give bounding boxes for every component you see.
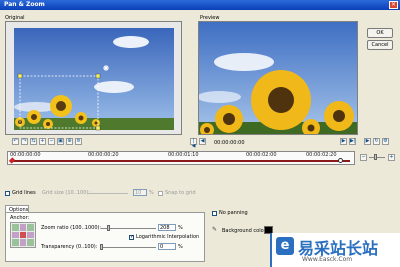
zoom-out-icon[interactable]: − xyxy=(48,138,55,145)
grid-size-track xyxy=(88,193,128,194)
next-frame-icon[interactable]: ▶ xyxy=(340,138,347,145)
cancel-button[interactable]: Cancel xyxy=(367,40,393,50)
transparency-input[interactable]: 0 xyxy=(158,243,176,250)
transparency-unit: % xyxy=(178,244,183,250)
start-keyframe-marker[interactable] xyxy=(8,157,16,164)
ok-label: OK xyxy=(376,30,384,36)
anchor-cell[interactable] xyxy=(27,224,34,231)
close-icon[interactable]: × xyxy=(389,1,398,9)
snap-to-grid-checkbox[interactable] xyxy=(158,191,163,196)
center-icon[interactable]: ⊕ xyxy=(66,138,73,145)
anchor-grid[interactable] xyxy=(10,222,36,248)
no-panning-label: No panning xyxy=(219,210,248,216)
flip-icon[interactable]: ⇆ xyxy=(30,138,37,145)
transparency-track xyxy=(101,247,156,248)
preview-panel xyxy=(198,21,358,135)
previous-frame-icon[interactable]: ◀ xyxy=(199,138,206,145)
timeline-tick-label: 00:00:00:00 xyxy=(10,152,41,158)
anchor-cell[interactable] xyxy=(19,224,27,231)
logarithmic-interpolation-checkbox[interactable]: ✓ xyxy=(129,235,134,240)
anchor-label: Anchor: xyxy=(10,215,30,221)
background-color-label: Background color: xyxy=(222,228,268,234)
timeline-tick-label: 00:00:00:20 xyxy=(88,152,119,158)
title-bar: Pan & Zoom × xyxy=(0,0,400,10)
anchor-cell[interactable] xyxy=(19,231,27,239)
grid-size-unit: % xyxy=(149,190,154,196)
original-panel[interactable] xyxy=(5,21,182,135)
timeline-track xyxy=(10,160,350,162)
zoom-in-timeline-icon[interactable]: + xyxy=(388,154,395,161)
transparency-thumb[interactable] xyxy=(100,244,103,250)
anchor-cell[interactable] xyxy=(12,231,19,239)
go-end-icon[interactable]: ▶| xyxy=(349,138,356,145)
grid-lines-label: Grid lines xyxy=(12,190,36,196)
timeline-tick-label: 00:00:01:10 xyxy=(168,152,199,158)
zoom-out-timeline-icon[interactable]: − xyxy=(360,154,367,161)
cancel-label: Cancel xyxy=(371,42,389,48)
preview-timecode: 00:00:00:00 xyxy=(214,140,245,146)
go-start-icon[interactable]: |◀ xyxy=(190,138,197,149)
background-color-icon: ✎ xyxy=(212,226,218,233)
transparency-label: Transparency (0..100): xyxy=(41,244,98,250)
fit-icon[interactable]: ▣ xyxy=(57,138,64,145)
options-icon[interactable]: ⚙ xyxy=(382,138,389,145)
watermark-subtext: Www.Easck.Com xyxy=(302,256,353,263)
options-panel: Anchor: Zoom ratio (100..1000): 208 % ✓ … xyxy=(5,212,205,262)
preview-image xyxy=(199,22,357,134)
timeline-zoom-track xyxy=(369,157,385,158)
play-icon[interactable]: ▶ xyxy=(364,138,371,145)
grid-lines-checkbox[interactable] xyxy=(5,191,10,196)
align-icon[interactable]: ≡ xyxy=(75,138,82,145)
logarithmic-interpolation-label: Logarithmic Interpolation xyxy=(136,234,200,240)
zoom-ratio-thumb[interactable] xyxy=(106,225,110,231)
no-panning-checkbox[interactable] xyxy=(212,211,217,216)
pan-zoom-dialog: Pan & Zoom × Original Preview OK Cancel … xyxy=(0,0,400,267)
rotate-right-icon[interactable]: ↷ xyxy=(21,138,28,145)
timeline-zoom-thumb[interactable] xyxy=(374,154,377,160)
anchor-cell[interactable] xyxy=(12,224,19,231)
grid-size-input[interactable]: 10 xyxy=(133,189,147,196)
zoom-ratio-label: Zoom ratio (100..1000): xyxy=(41,225,102,231)
zoom-ratio-input[interactable]: 208 xyxy=(158,224,176,231)
anchor-cell[interactable] xyxy=(12,239,19,246)
grid-size-label: Grid size (10..100): xyxy=(42,190,91,196)
anchor-cell[interactable] xyxy=(19,239,27,246)
original-image[interactable] xyxy=(6,22,182,135)
window-title: Pan & Zoom xyxy=(4,1,45,8)
end-keyframe-marker[interactable] xyxy=(338,158,343,163)
anchor-cell[interactable] xyxy=(27,231,34,239)
anchor-cell[interactable] xyxy=(27,239,34,246)
timeline-tick-label: 00:00:02:00 xyxy=(246,152,277,158)
timeline-tick-label: 00:00:02:20 xyxy=(306,152,337,158)
snap-to-grid-label: Snap to grid xyxy=(165,190,196,196)
watermark-emblem: e xyxy=(276,237,294,255)
rotate-left-icon[interactable]: ↶ xyxy=(12,138,19,145)
zoom-in-icon[interactable]: + xyxy=(39,138,46,145)
watermark-logo: e 易采站长站 Www.Easck.Com xyxy=(270,233,400,267)
repeat-icon[interactable]: ↻ xyxy=(373,138,380,145)
zoom-ratio-unit: % xyxy=(178,225,183,231)
ok-button[interactable]: OK xyxy=(367,28,393,38)
